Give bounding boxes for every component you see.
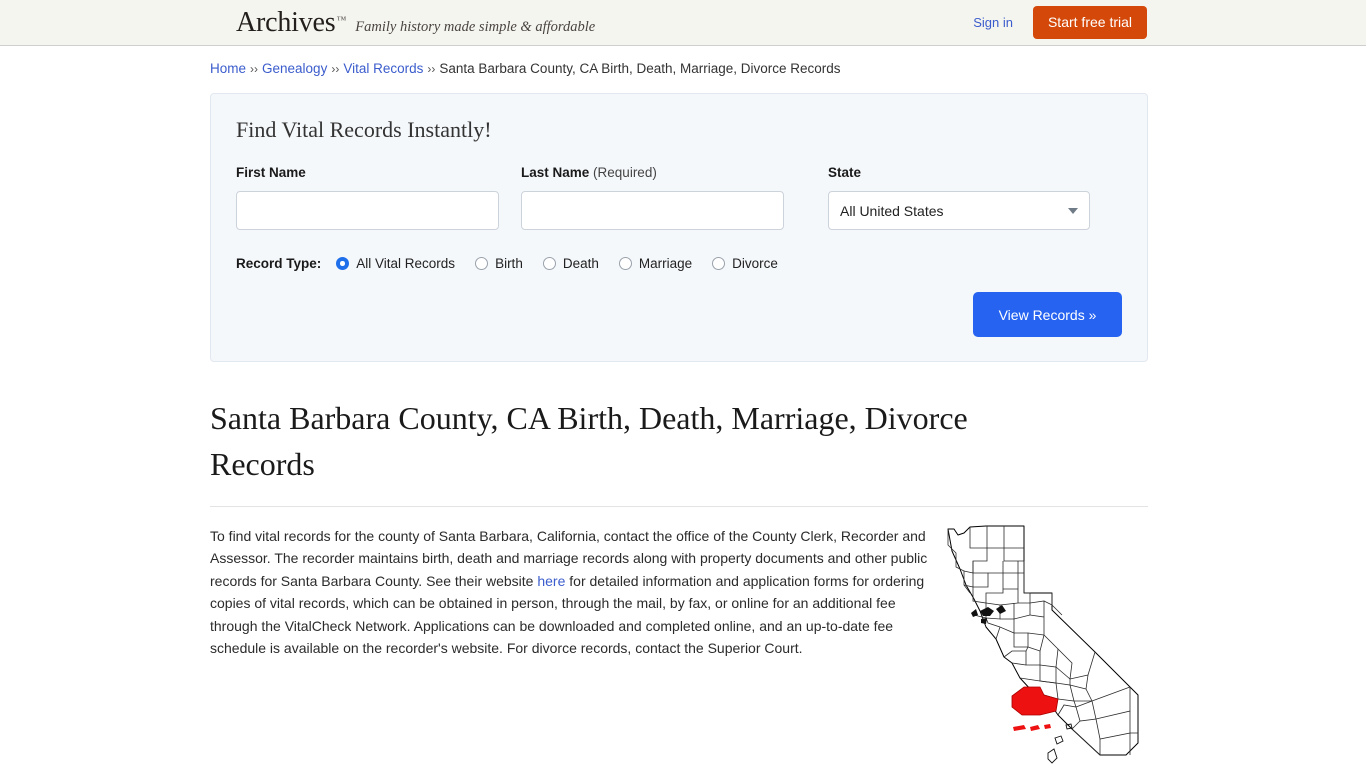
california-county-map bbox=[940, 515, 1148, 768]
radio-birth[interactable]: Birth bbox=[475, 256, 523, 271]
view-records-button[interactable]: View Records » bbox=[973, 292, 1122, 337]
radio-divorce[interactable]: Divorce bbox=[712, 256, 778, 271]
radio-all-vital-records[interactable]: All Vital Records bbox=[336, 256, 455, 271]
breadcrumb-separator: ›› bbox=[250, 62, 259, 76]
last-name-label: Last Name (Required) bbox=[521, 165, 784, 180]
breadcrumb-separator: ›› bbox=[331, 62, 340, 76]
radio-death[interactable]: Death bbox=[542, 256, 599, 271]
last-name-required-note: (Required) bbox=[593, 165, 657, 180]
first-name-label: First Name bbox=[236, 165, 306, 180]
radio-label-death: Death bbox=[562, 256, 599, 271]
radio-icon[interactable] bbox=[712, 257, 726, 270]
brand-logo-text: Archives bbox=[236, 6, 336, 38]
vital-records-search-panel: Find Vital Records Instantly! First Name… bbox=[210, 93, 1148, 362]
california-county-map-icon bbox=[947, 525, 1139, 764]
page-body: Home ›› Genealogy ›› Vital Records ›› Santa Ba… bbox=[0, 46, 1366, 768]
record-type-label: Record Type: bbox=[236, 256, 322, 271]
last-name-label-text: Last Name bbox=[521, 165, 590, 180]
radio-icon[interactable] bbox=[618, 257, 632, 270]
radio-label-marriage: Marriage bbox=[638, 256, 693, 271]
first-name-field-group: First Name bbox=[236, 165, 499, 230]
recorder-website-link[interactable]: here bbox=[537, 573, 565, 589]
breadcrumb: Home ›› Genealogy ›› Vital Records ›› Santa Ba… bbox=[210, 46, 1148, 76]
content-container: Home ›› Genealogy ›› Vital Records ›› Santa Ba… bbox=[210, 46, 1148, 768]
radio-icon[interactable] bbox=[475, 257, 489, 270]
radio-marriage[interactable]: Marriage bbox=[618, 256, 693, 271]
breadcrumb-item-current: Santa Barbara County, CA Birth, Death, M… bbox=[439, 61, 841, 76]
state-select-wrap: All United States bbox=[828, 191, 1090, 230]
record-type-row: Record Type: All Vital Records Birth Dea… bbox=[236, 256, 1122, 271]
start-free-trial-button[interactable]: Start free trial bbox=[1032, 6, 1147, 39]
article-row: To find vital records for the county of … bbox=[210, 507, 1148, 768]
article-paragraph: To find vital records for the county of … bbox=[210, 525, 934, 660]
radio-label-divorce: Divorce bbox=[732, 256, 778, 271]
header-actions: Sign in Start free trial bbox=[973, 6, 1147, 39]
site-header: Archives ™ Family history made simple & a… bbox=[0, 0, 1366, 46]
last-name-field-group: Last Name (Required) bbox=[521, 165, 784, 230]
brand[interactable]: Archives ™ Family history made simple & a… bbox=[236, 6, 596, 38]
radio-icon-checked[interactable] bbox=[336, 257, 350, 270]
search-panel-title: Find Vital Records Instantly! bbox=[236, 117, 492, 142]
last-name-input[interactable] bbox=[521, 191, 784, 230]
radio-label-birth: Birth bbox=[495, 256, 523, 271]
breadcrumb-item-vital-records[interactable]: Vital Records bbox=[343, 61, 423, 76]
state-select[interactable]: All United States bbox=[828, 191, 1090, 230]
breadcrumb-item-genealogy[interactable]: Genealogy bbox=[262, 61, 327, 76]
trademark-icon: ™ bbox=[336, 14, 347, 26]
breadcrumb-separator: ›› bbox=[427, 62, 436, 76]
radio-icon[interactable] bbox=[542, 257, 556, 270]
sign-in-link[interactable]: Sign in bbox=[973, 15, 1013, 30]
first-name-input[interactable] bbox=[236, 191, 499, 230]
breadcrumb-item-home[interactable]: Home bbox=[210, 61, 246, 76]
page-title: Santa Barbara County, CA Birth, Death, M… bbox=[210, 400, 968, 483]
search-fields-row: First Name Last Name (Required) State Al… bbox=[236, 165, 1122, 230]
state-label: State bbox=[828, 165, 862, 180]
brand-tagline: Family history made simple & affordable bbox=[355, 18, 596, 35]
radio-label-all-vital-records: All Vital Records bbox=[356, 256, 456, 271]
submit-row: View Records » bbox=[236, 292, 1122, 337]
state-field-group: State All United States bbox=[828, 165, 1090, 230]
